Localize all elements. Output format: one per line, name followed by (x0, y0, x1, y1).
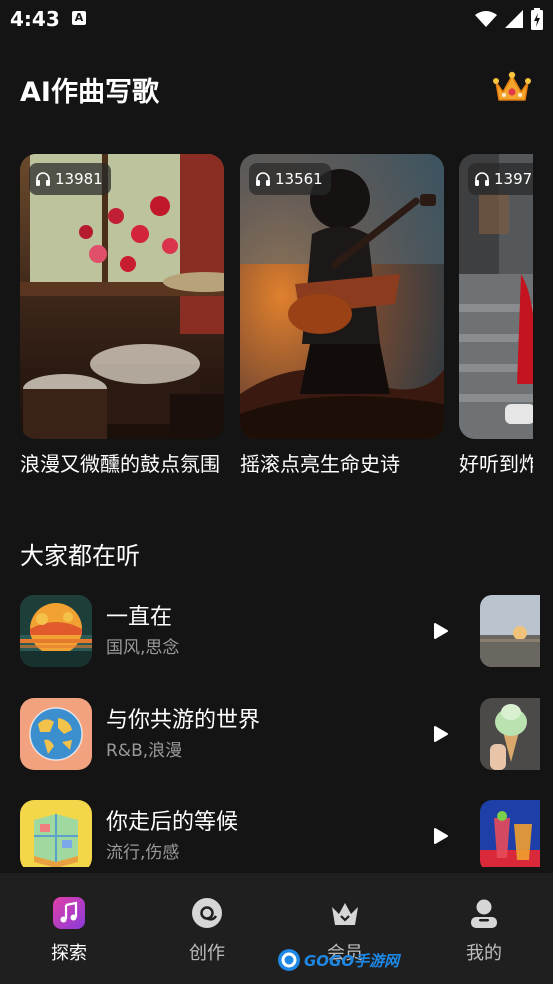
wifi-icon (475, 11, 497, 27)
crown-icon[interactable] (492, 70, 532, 104)
watermark-text: GOGO手游网 (304, 951, 400, 970)
play-icon[interactable] (430, 724, 450, 744)
song-cover (20, 698, 92, 770)
play-count-badge: 13561 (249, 163, 331, 195)
disc-icon (192, 898, 222, 928)
watermark-icon (278, 949, 300, 971)
headphones-icon (256, 172, 270, 186)
featured-card[interactable]: 13561 摇滚点亮生命史诗 (240, 154, 444, 479)
headphones-icon (475, 172, 489, 186)
watermark-logo: GOGO手游网 (277, 946, 399, 974)
featured-card-image: 13981 (20, 154, 224, 439)
nav-label: 我的 (466, 943, 502, 964)
page-title: AI作曲写歌 (20, 77, 159, 108)
nav-label: 创作 (189, 943, 225, 964)
featured-card[interactable]: 13981 浪漫又微醺的鼓点氛围 (20, 154, 224, 479)
status-bar: 4:43 A (0, 0, 553, 38)
play-count-badge: 13981 (29, 163, 111, 195)
song-row[interactable]: 你走后的等候 流行,伤感 (0, 800, 553, 867)
song-name: 你走后的等候 (106, 810, 239, 835)
featured-card-title: 浪漫又微醺的鼓点氛围 (20, 452, 220, 476)
song-name: 一直在 (106, 605, 173, 630)
play-count: 13561 (275, 170, 323, 188)
nav-explore[interactable]: 探索 (19, 897, 119, 965)
music-note-icon (53, 897, 85, 929)
nav-profile[interactable]: 我的 (434, 897, 534, 965)
play-count-badge: 13971 (468, 163, 533, 195)
featured-card-image: 13561 (240, 154, 444, 439)
nav-create[interactable]: 创作 (157, 897, 257, 965)
section-title: 大家都在听 (20, 542, 140, 570)
play-count: 13981 (55, 170, 103, 188)
song-name: 与你共游的世界 (106, 708, 261, 733)
song-thumb[interactable] (480, 698, 540, 770)
headphones-icon (36, 172, 50, 186)
battery-icon (531, 8, 543, 30)
crown-outline-icon (332, 903, 358, 925)
featured-card[interactable]: 13971 好听到炸 (459, 154, 533, 479)
notification-icon: A (72, 11, 86, 25)
song-tags: R&B,浪漫 (106, 741, 183, 761)
song-thumb[interactable] (480, 595, 540, 667)
song-cover (20, 595, 92, 667)
featured-card-title: 好听到炸 (459, 452, 533, 476)
featured-card-title: 摇滚点亮生命史诗 (240, 452, 400, 476)
song-cover (20, 800, 92, 867)
featured-card-image: 13971 (459, 154, 533, 439)
play-icon[interactable] (430, 826, 450, 846)
featured-carousel[interactable]: 13981 浪漫又微醺的鼓点氛围 13561 摇滚点亮生命史诗 1397 好听到… (20, 154, 533, 514)
song-tags: 流行,伤感 (106, 843, 180, 863)
play-count: 13971 (494, 170, 533, 188)
song-tags: 国风,思念 (106, 638, 180, 658)
user-icon (471, 899, 497, 928)
song-row[interactable]: 与你共游的世界 R&B,浪漫 (0, 698, 553, 770)
status-time: 4:43 (10, 7, 60, 31)
play-icon[interactable] (430, 621, 450, 641)
song-row[interactable]: 一直在 国风,思念 (0, 595, 553, 667)
signal-icon (505, 10, 523, 28)
nav-label: 探索 (51, 943, 87, 964)
song-thumb[interactable] (480, 800, 540, 867)
status-icons (475, 8, 543, 30)
song-list: 一直在 国风,思念 与你共游的世界 R&B,浪漫 你走后的等候 流行,伤感 (0, 595, 553, 867)
